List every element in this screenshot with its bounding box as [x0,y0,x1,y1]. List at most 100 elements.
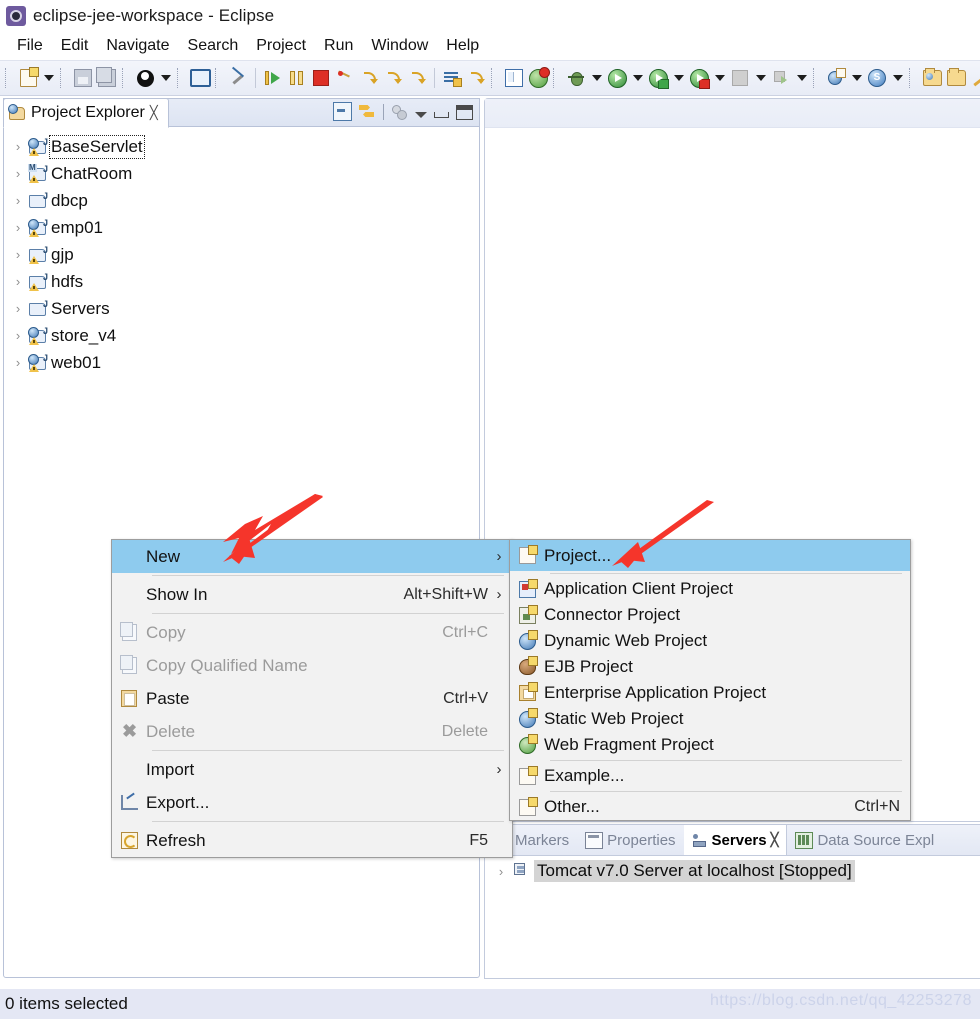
menu-window[interactable]: Window [362,35,437,57]
tree-item-chatroom[interactable]: › MJ ChatRoom [4,160,479,187]
step-over-icon[interactable] [381,65,405,91]
menu-file[interactable]: File [8,35,52,57]
submenu-item-label: Static Web Project [544,709,684,728]
tab-servers[interactable]: Servers ╳ [683,825,788,855]
suspend-icon[interactable] [285,65,309,91]
submenu-item-project[interactable]: Project... [510,540,910,571]
external-tools-icon[interactable] [769,65,793,91]
submenu-item-static-web-project[interactable]: Static Web Project [510,706,910,732]
person-icon[interactable] [133,65,157,91]
menu-run[interactable]: Run [315,35,362,57]
menu-item-export[interactable]: Export... [112,786,512,819]
menu-item-show-in[interactable]: Show In Alt+Shift+W › [112,578,512,611]
menu-item-paste[interactable]: Paste Ctrl+V [112,682,512,715]
submenu-item-application-client-project[interactable]: Application Client Project [510,576,910,602]
marker-pen-icon[interactable] [968,65,980,91]
chevron-down-icon[interactable] [848,65,865,91]
menu-item-label: Copy [146,622,186,642]
maximize-view-icon[interactable] [456,105,473,120]
chevron-down-icon[interactable] [629,65,646,91]
search-s-icon[interactable]: S [865,65,889,91]
chevron-right-icon[interactable]: › [12,166,24,181]
submenu-item-dynamic-web-project[interactable]: Dynamic Web Project [510,628,910,654]
web-fragment-project-icon [510,733,544,754]
refresh-icon [112,832,146,849]
new-web-project-icon[interactable] [824,65,848,91]
java-class-icon[interactable] [502,65,526,91]
debug-bug-icon[interactable] [564,65,588,91]
terminate-icon[interactable] [309,65,333,91]
tree-item-gjp[interactable]: › J gjp [4,241,479,268]
disconnect-icon[interactable] [333,65,357,91]
console-icon[interactable] [188,65,212,91]
tree-item-emp01[interactable]: › J emp01 [4,214,479,241]
submenu-item-other[interactable]: Other... Ctrl+N [510,794,910,820]
server-list-item[interactable]: › Tomcat v7.0 Server at localhost [Stopp… [485,856,980,886]
minimize-view-icon[interactable] [434,111,449,118]
save-all-icon[interactable] [95,65,119,91]
skip-breakpoints-icon[interactable] [226,65,250,91]
open-type-icon[interactable] [920,65,944,91]
stop-gray-icon[interactable] [728,65,752,91]
chevron-right-icon[interactable]: › [12,355,24,370]
chevron-down-icon[interactable] [711,65,728,91]
step-filter-icon[interactable] [464,65,488,91]
collapse-all-icon[interactable] [333,102,352,121]
close-icon[interactable]: ╳ [150,105,158,121]
resume-icon[interactable] [261,65,285,91]
chevron-down-icon[interactable] [670,65,687,91]
tree-item-hdfs[interactable]: › J hdfs [4,268,479,295]
tree-item-web01[interactable]: › J web01 [4,349,479,376]
view-menu-icon[interactable] [415,111,427,118]
chevron-right-icon[interactable]: › [12,139,24,154]
tab-properties[interactable]: Properties [577,825,683,855]
submenu-item-example[interactable]: Example... [510,763,910,789]
chevron-down-icon[interactable] [793,65,810,91]
chevron-right-icon[interactable]: › [12,328,24,343]
menu-help[interactable]: Help [437,35,488,57]
submenu-item-ejb-project[interactable]: EJB Project [510,654,910,680]
tree-item-store-v4[interactable]: › J store_v4 [4,322,479,349]
submenu-item-enterprise-application-project[interactable]: Enterprise Application Project [510,680,910,706]
menu-project[interactable]: Project [247,35,315,57]
menu-item-refresh[interactable]: Refresh F5 [112,824,512,857]
tree-item-baseservlet[interactable]: › J BaseServlet [4,133,479,160]
view-filter-icon[interactable] [391,103,408,120]
new-document-icon[interactable] [16,65,40,91]
chevron-down-icon[interactable] [40,65,57,91]
chevron-down-icon[interactable] [157,65,174,91]
chevron-down-icon[interactable] [889,65,906,91]
chevron-down-icon[interactable] [752,65,769,91]
tab-project-explorer[interactable]: Project Explorer ╳ [3,98,169,128]
menu-edit[interactable]: Edit [52,35,98,57]
submenu-item-web-fragment-project[interactable]: Web Fragment Project [510,732,910,758]
submenu-item-connector-project[interactable]: Connector Project [510,602,910,628]
run-play-icon[interactable] [605,65,629,91]
menu-item-new[interactable]: New › [112,540,512,573]
open-folder-icon[interactable] [944,65,968,91]
run-server-icon[interactable] [646,65,670,91]
chevron-right-icon[interactable]: › [12,220,24,235]
chevron-right-icon[interactable]: › [12,247,24,262]
web-browser-icon[interactable] [526,65,550,91]
menu-navigate[interactable]: Navigate [97,35,178,57]
save-icon[interactable] [71,65,95,91]
step-into-icon[interactable] [357,65,381,91]
chevron-down-icon[interactable] [588,65,605,91]
menu-search[interactable]: Search [179,35,248,57]
tab-data-source-explorer[interactable]: Data Source Expl [787,825,942,855]
task-list-icon[interactable] [440,65,464,91]
chevron-right-icon[interactable]: › [12,274,24,289]
chevron-right-icon[interactable]: › [12,301,24,316]
tree-item-label: BaseServlet [49,134,145,159]
tree-item-servers[interactable]: › J Servers [4,295,479,322]
chevron-right-icon[interactable]: › [12,193,24,208]
close-icon[interactable]: ╳ [771,832,779,848]
tree-item-dbcp[interactable]: › J dbcp [4,187,479,214]
step-return-icon[interactable] [405,65,429,91]
properties-icon [585,831,604,849]
menu-item-import[interactable]: Import › [112,753,512,786]
link-with-editor-icon[interactable] [359,103,376,120]
profile-icon[interactable] [687,65,711,91]
chevron-right-icon[interactable]: › [495,864,507,879]
